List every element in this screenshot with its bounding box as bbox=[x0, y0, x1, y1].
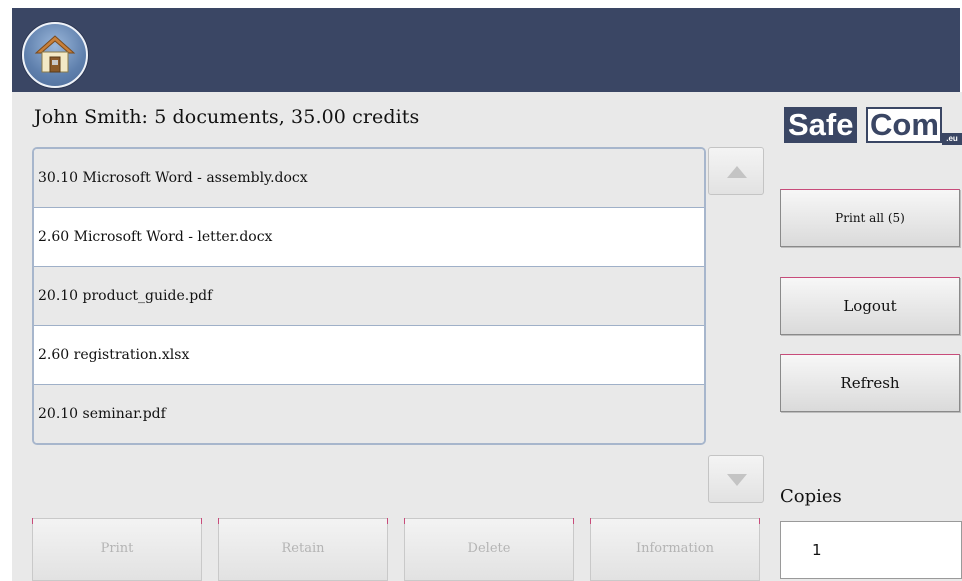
home-button[interactable] bbox=[22, 22, 88, 88]
list-item[interactable]: 20.10 seminar.pdf bbox=[34, 385, 704, 443]
list-item[interactable]: 2.60 registration.xlsx bbox=[34, 326, 704, 385]
user-summary: John Smith: 5 documents, 35.00 credits bbox=[34, 106, 420, 128]
top-bar bbox=[0, 0, 962, 92]
arrow-up-icon bbox=[727, 166, 747, 178]
print-all-button[interactable]: Print all (5) bbox=[780, 189, 960, 247]
copies-field[interactable]: 1 bbox=[780, 521, 962, 579]
logout-button[interactable]: Logout bbox=[780, 277, 960, 335]
delete-button[interactable]: Delete bbox=[404, 518, 574, 581]
home-icon bbox=[34, 35, 76, 73]
logo-com: Com bbox=[868, 107, 940, 142]
header-band bbox=[12, 8, 960, 92]
scroll-down-button[interactable] bbox=[708, 455, 764, 503]
logo-safe: Safe bbox=[784, 107, 858, 143]
list-item[interactable]: 20.10 product_guide.pdf bbox=[34, 267, 704, 326]
scroll-up-button[interactable] bbox=[708, 147, 764, 195]
information-button[interactable]: Information bbox=[590, 518, 760, 581]
refresh-button[interactable]: Refresh bbox=[780, 354, 960, 412]
document-list: 30.10 Microsoft Word - assembly.docx 2.6… bbox=[32, 147, 706, 445]
logo-com-frame: Com bbox=[866, 107, 942, 143]
logo-suffix: .eu bbox=[942, 133, 962, 145]
list-item[interactable]: 30.10 Microsoft Word - assembly.docx bbox=[34, 149, 704, 208]
retain-button[interactable]: Retain bbox=[218, 518, 388, 581]
copies-label: Copies bbox=[780, 486, 842, 507]
arrow-down-icon bbox=[727, 474, 747, 486]
list-item[interactable]: 2.60 Microsoft Word - letter.docx bbox=[34, 208, 704, 267]
print-button[interactable]: Print bbox=[32, 518, 202, 581]
